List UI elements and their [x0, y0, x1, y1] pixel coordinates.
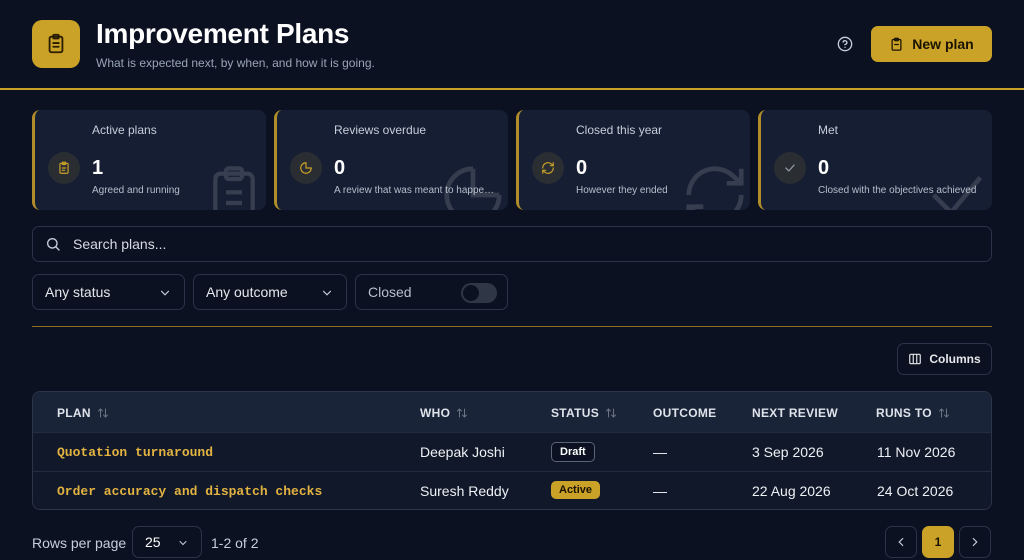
page-header: Improvement Plans What is expected next,… — [0, 0, 1024, 90]
new-plan-label: New plan — [912, 36, 974, 52]
stats-row: Active plans 1 Agreed and running Review… — [32, 110, 992, 210]
check-watermark-icon — [932, 176, 983, 210]
table-header: PLAN WHO STATUS OUTCOME NEXT REVIEW RUNS… — [33, 392, 991, 432]
rows-per-page-label: Rows per page — [32, 535, 127, 551]
clipboard-icon — [48, 152, 80, 184]
columns-button[interactable]: Columns — [897, 343, 992, 375]
prev-page-button[interactable] — [885, 526, 917, 558]
clipboard-watermark-icon — [213, 166, 255, 210]
column-header-next-review: NEXT REVIEW — [752, 406, 838, 420]
column-header-status[interactable]: STATUS — [551, 406, 617, 420]
columns-icon — [909, 353, 922, 365]
page-subtitle: What is expected next, by when, and how … — [96, 56, 375, 70]
sort-icon — [606, 408, 617, 418]
section-divider — [32, 326, 992, 327]
status-filter-value: Any status — [45, 284, 111, 300]
table-row[interactable]: Order accuracy and dispatch checks Sures… — [33, 471, 991, 509]
rows-per-page-value: 25 — [145, 534, 161, 550]
page-title: Improvement Plans — [96, 18, 350, 49]
column-header-outcome: OUTCOME — [653, 406, 717, 420]
stat-value: 0 — [818, 157, 830, 179]
outcome-cell: — — [653, 483, 667, 499]
outcome-cell: — — [653, 444, 667, 460]
closed-filter: Closed — [355, 274, 508, 310]
chevron-right-icon — [972, 537, 978, 547]
plan-link[interactable]: Quotation turnaround — [57, 445, 213, 460]
chevron-down-icon — [322, 290, 332, 296]
runs-to-cell: 24 Oct 2026 — [877, 483, 954, 499]
closed-filter-label: Closed — [368, 284, 412, 300]
stat-label: Met — [818, 123, 839, 137]
who-cell: Deepak Joshi — [420, 444, 505, 460]
chevron-down-icon — [179, 541, 187, 546]
chevron-left-icon — [898, 537, 904, 547]
stat-value: 0 — [334, 157, 346, 179]
refresh-watermark-icon — [686, 166, 744, 210]
who-cell: Suresh Reddy — [420, 483, 509, 499]
stat-value: 1 — [92, 157, 104, 179]
status-badge: Draft — [551, 442, 595, 462]
column-header-runs-to[interactable]: RUNS TO — [876, 406, 950, 420]
column-header-plan[interactable]: PLAN — [57, 406, 109, 420]
chevron-down-icon — [160, 290, 170, 296]
page-button-current[interactable]: 1 — [922, 526, 954, 558]
sort-icon — [938, 408, 949, 418]
pie-watermark-icon — [444, 166, 502, 210]
clipboard-logo-icon — [32, 20, 80, 68]
stat-card-reviews-overdue: Reviews overdue 0 A review that was mean… — [274, 110, 508, 210]
rows-per-page-select[interactable]: 25 — [132, 526, 202, 558]
closed-toggle[interactable] — [461, 283, 497, 303]
stat-value: 0 — [576, 157, 588, 179]
refresh-icon — [532, 152, 564, 184]
plan-link[interactable]: Order accuracy and dispatch checks — [57, 484, 322, 499]
pagination-range: 1-2 of 2 — [211, 535, 259, 551]
search-input[interactable] — [73, 236, 953, 252]
table-row[interactable]: Quotation turnaround Deepak Joshi Draft … — [33, 432, 991, 471]
outcome-filter-value: Any outcome — [206, 284, 288, 300]
stat-label: Closed this year — [576, 123, 663, 137]
help-icon[interactable] — [834, 33, 856, 55]
status-filter-select[interactable]: Any status — [32, 274, 185, 310]
search-box — [32, 226, 992, 262]
column-header-who[interactable]: WHO — [420, 406, 468, 420]
runs-to-cell: 11 Nov 2026 — [877, 444, 956, 460]
stat-card-closed-this-year: Closed this year 0 However they ended — [516, 110, 750, 210]
sort-icon — [457, 408, 468, 418]
clipboard-icon — [891, 37, 902, 51]
next-review-cell: 22 Aug 2026 — [752, 483, 831, 499]
pie-clock-icon — [290, 152, 322, 184]
stat-label: Reviews overdue — [334, 123, 427, 137]
stat-card-met: Met 0 Closed with the objectives achieve… — [758, 110, 992, 210]
search-icon — [45, 235, 63, 253]
columns-label: Columns — [929, 352, 981, 366]
new-plan-button[interactable]: New plan — [871, 26, 992, 62]
outcome-filter-select[interactable]: Any outcome — [193, 274, 347, 310]
sort-icon — [97, 408, 108, 418]
stat-label: Active plans — [92, 123, 157, 137]
stat-card-active-plans: Active plans 1 Agreed and running — [32, 110, 266, 210]
plans-table: PLAN WHO STATUS OUTCOME NEXT REVIEW RUNS… — [32, 391, 992, 510]
next-review-cell: 3 Sep 2026 — [752, 444, 824, 460]
status-badge: Active — [551, 481, 601, 499]
next-page-button[interactable] — [959, 526, 991, 558]
check-icon — [774, 152, 806, 184]
